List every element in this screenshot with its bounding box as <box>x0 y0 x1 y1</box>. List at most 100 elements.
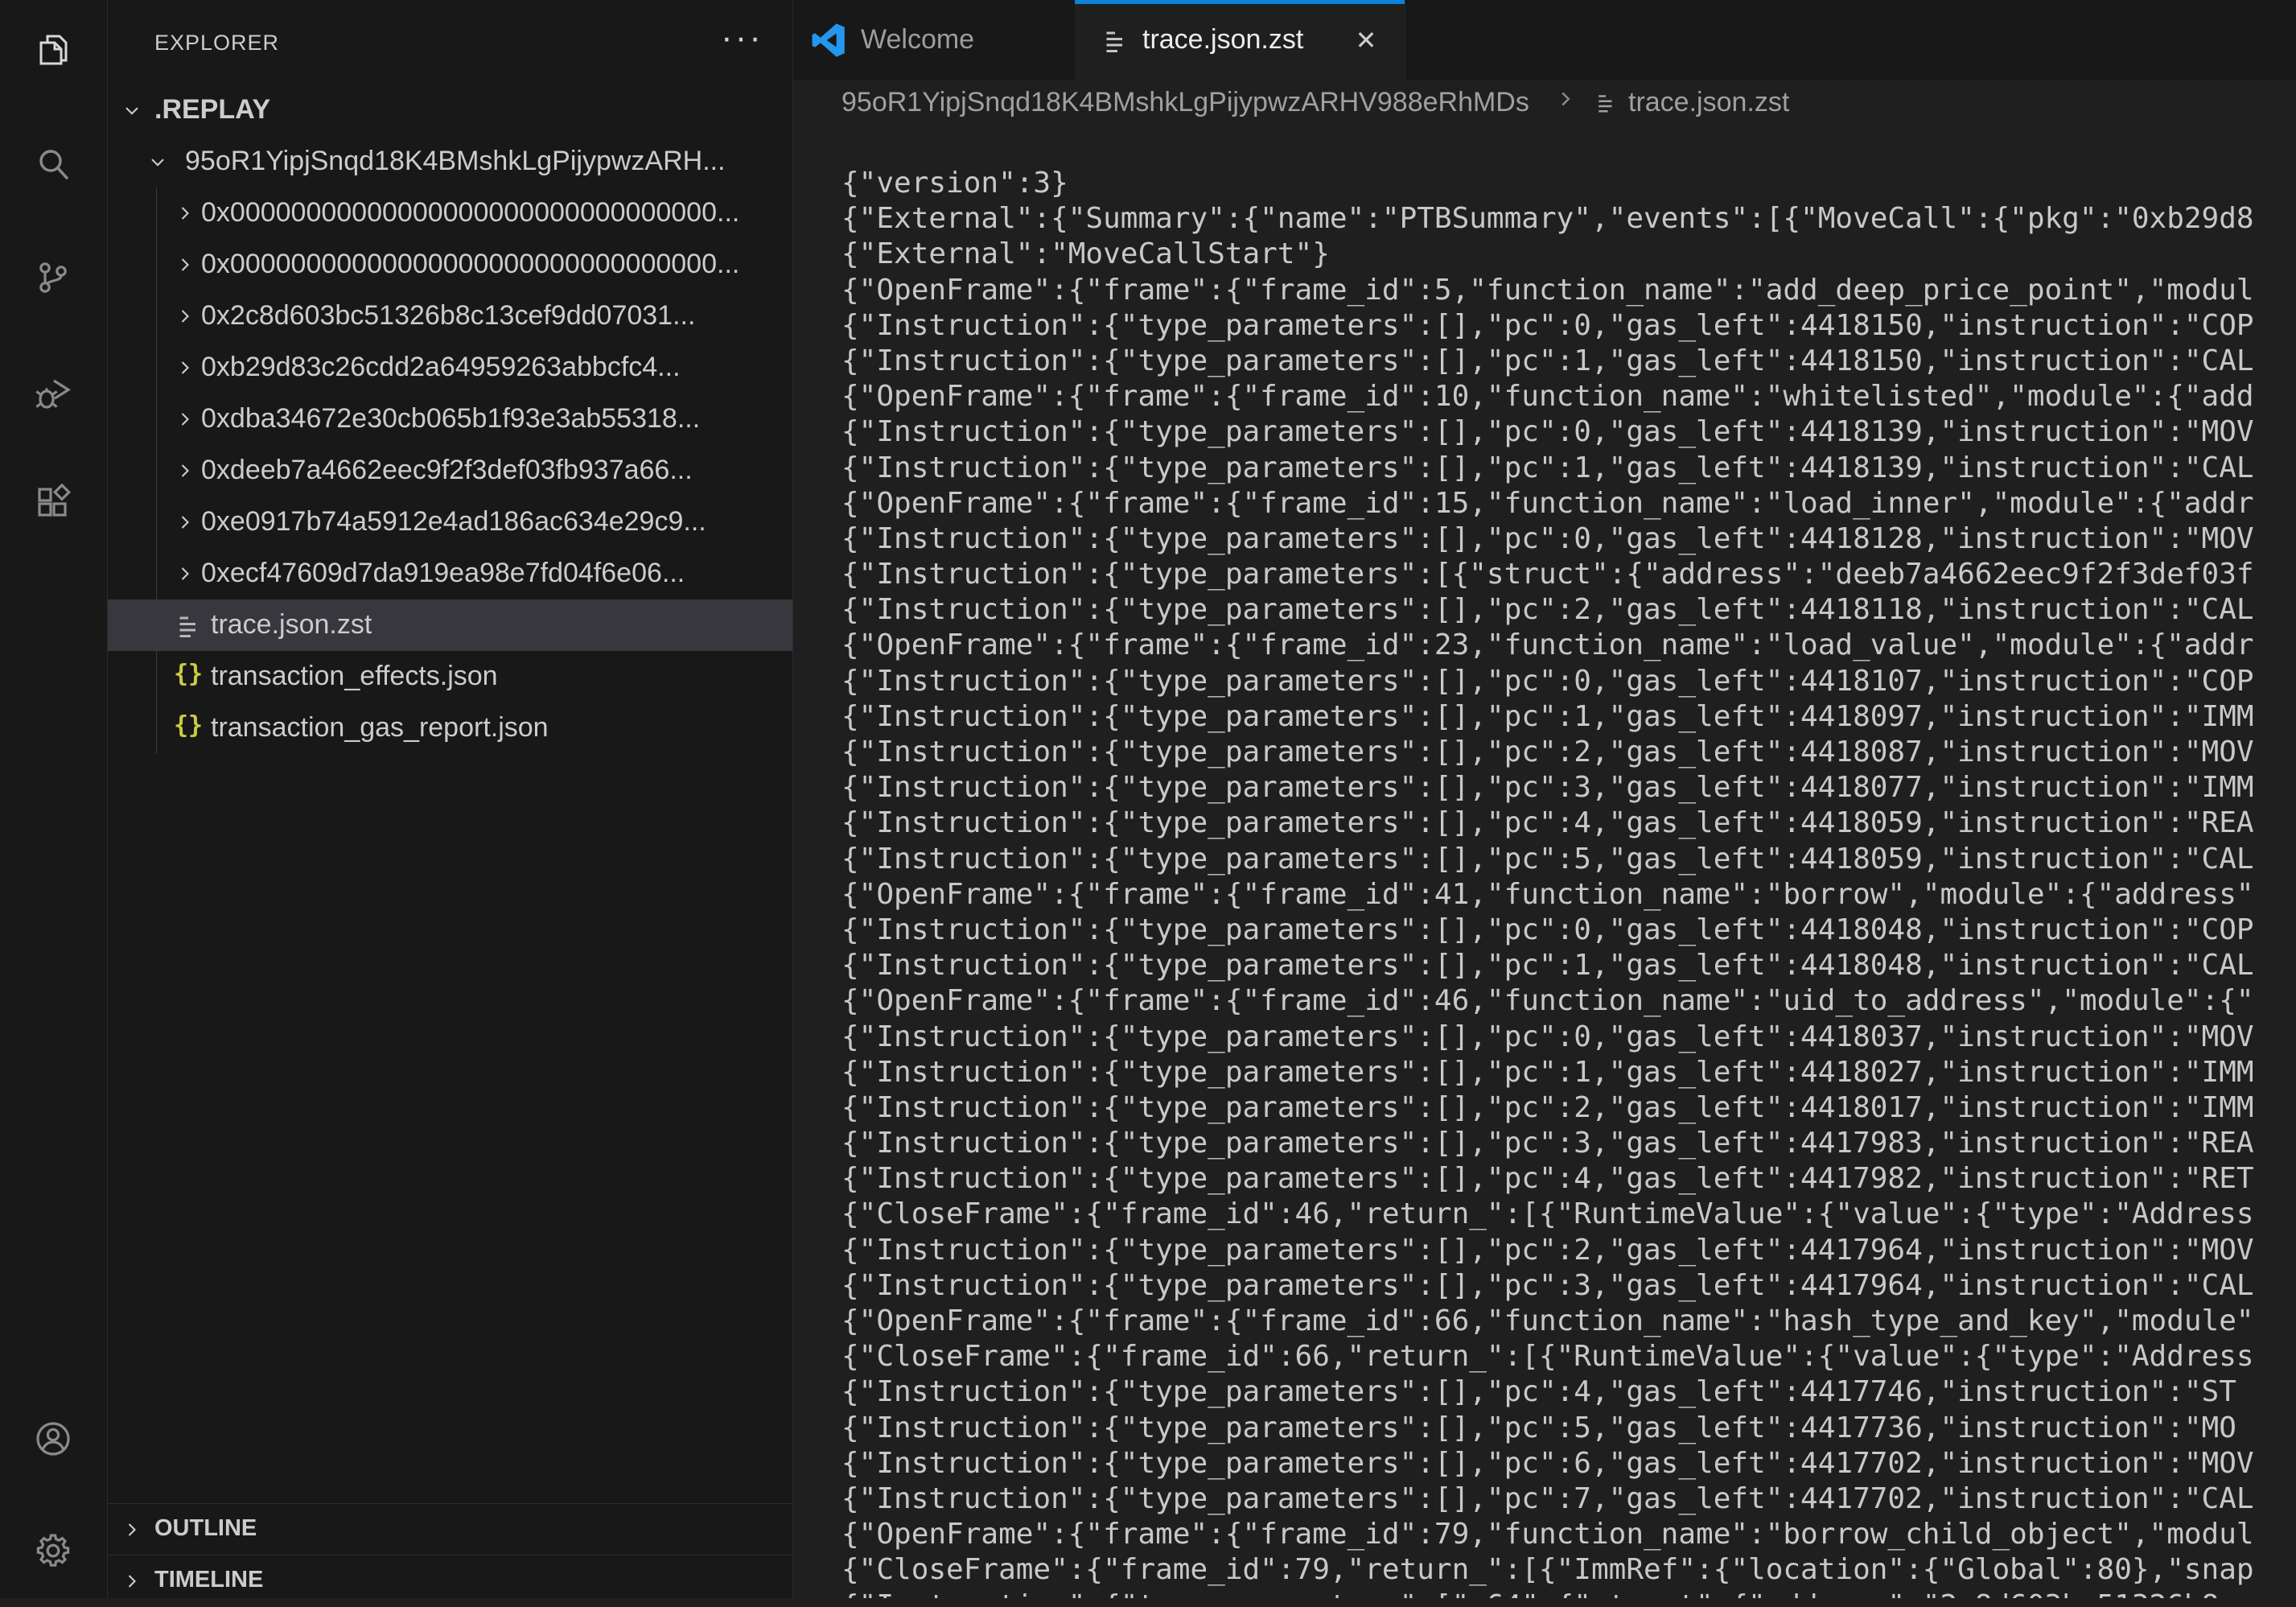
code-line: {"Instruction":{"type_parameters":[],"pc… <box>841 842 2254 877</box>
chevron-right-icon <box>174 202 196 225</box>
code-line: {"version":3} <box>841 166 2254 201</box>
tab-bar: Welcome trace.json.zst ✕ <box>793 0 2296 80</box>
tree-folder-row[interactable]: 95oR1YipjSnqd18K4BMshkLgPijypwzARH... <box>108 136 792 187</box>
chevron-right-icon <box>121 1570 143 1593</box>
chevron-right-icon <box>174 253 196 276</box>
code-line: {"Instruction":{"type_parameters":[],"pc… <box>841 1055 2254 1090</box>
tree-folder-row[interactable]: 0x00000000000000000000000000000000... <box>108 239 792 290</box>
chevron-down-icon <box>146 150 169 173</box>
tree-folder-row[interactable]: 0x2c8d603bc51326b8c13cef9dd07031... <box>108 290 792 342</box>
chevron-down-icon <box>121 99 143 122</box>
chevron-right-icon <box>174 408 196 431</box>
code-line: {"Instruction":{"type_parameters":[],"pc… <box>841 308 2254 344</box>
code-lines: {"version":3}{"External":{"Summary":{"na… <box>841 166 2254 1598</box>
tab-welcome[interactable]: Welcome <box>793 0 1076 80</box>
code-line: {"OpenFrame":{"frame":{"frame_id":5,"fun… <box>841 273 2254 308</box>
chevron-right-icon <box>174 511 196 534</box>
list-file-icon <box>1101 26 1129 55</box>
tree-file-row[interactable]: trace.json.zst <box>108 600 792 651</box>
code-line: {"OpenFrame":{"frame":{"frame_id":15,"fu… <box>841 486 2254 521</box>
code-line: {"OpenFrame":{"frame":{"frame_id":79,"fu… <box>841 1517 2254 1552</box>
json-braces-icon: {} <box>174 711 203 740</box>
code-line: {"CloseFrame":{"frame_id":79,"return_":[… <box>841 1552 2254 1588</box>
section-outline[interactable]: OUTLINE <box>108 1503 792 1555</box>
code-line: {"External":{"Summary":{"name":"PTBSumma… <box>841 201 2254 237</box>
code-line: {"Instruction":{"type_parameters":[],"pc… <box>841 664 2254 699</box>
tree-item-label: .REPLAY <box>154 94 270 126</box>
run-and-debug-icon[interactable] <box>34 373 72 412</box>
code-line: {"Instruction":{"type_parameters":[],"pc… <box>841 1090 2254 1126</box>
code-line: {"Instruction":{"type_parameters":[],"pc… <box>841 1126 2254 1161</box>
json-braces-icon: {} <box>174 660 203 689</box>
breadcrumb-file[interactable]: trace.json.zst <box>1628 87 1789 118</box>
chevron-right-icon <box>174 356 196 379</box>
account-icon[interactable] <box>34 1420 72 1458</box>
explorer-icon[interactable] <box>34 31 72 69</box>
section-label: OUTLINE <box>154 1515 257 1542</box>
tree-item-label: 0xdba34672e30cb065b1f93e3ab55318... <box>201 403 700 435</box>
code-line: {"CloseFrame":{"frame_id":66,"return_":[… <box>841 1339 2254 1374</box>
extensions-icon[interactable] <box>34 484 72 522</box>
tree-folder-row[interactable]: 0xdeeb7a4662eec9f2f3def03fb937a66... <box>108 445 792 497</box>
tree-item-label: transaction_gas_report.json <box>211 712 549 744</box>
tree-item-label: trace.json.zst <box>211 609 372 641</box>
code-line: {"Instruction":{"type_parameters":[{"str… <box>841 557 2254 592</box>
tree-item-label: 0xe0917b74a5912e4ad186ac634e29c9... <box>201 506 706 538</box>
close-icon[interactable]: ✕ <box>1350 24 1382 56</box>
code-line: {"Instruction":{"type_parameters":[],"pc… <box>841 1374 2254 1410</box>
tree-folder-row[interactable]: 0xe0917b74a5912e4ad186ac634e29c9... <box>108 497 792 548</box>
tree-file-row[interactable]: {} transaction_gas_report.json <box>108 703 792 754</box>
code-line: {"Instruction":{"type_parameters":[],"pc… <box>841 1020 2254 1055</box>
search-icon[interactable] <box>34 146 72 184</box>
tree-folder-row[interactable]: 0x00000000000000000000000000000000... <box>108 187 792 239</box>
code-line: {"OpenFrame":{"frame":{"frame_id":66,"fu… <box>841 1304 2254 1339</box>
chevron-right-icon <box>121 1518 143 1541</box>
active-tab-indicator <box>1075 0 1405 4</box>
tab-welcome-label: Welcome <box>861 24 974 56</box>
code-line: {"Instruction":{"type_parameters":[],"pc… <box>841 948 2254 983</box>
tree-folder-row[interactable]: 0xecf47609d7da919ea98e7fd04f6e06... <box>108 548 792 600</box>
code-line: {"Instruction":{"type_parameters":[],"pc… <box>841 1233 2254 1268</box>
tree-item-label: 0xb29d83c26cdd2a64959263abbcfc4... <box>201 352 681 383</box>
code-line: {"Instruction":{"type_parameters":[],"pc… <box>841 344 2254 379</box>
tree-folder-row[interactable]: .REPLAY <box>108 84 792 136</box>
code-line: {"OpenFrame":{"frame":{"frame_id":46,"fu… <box>841 983 2254 1019</box>
explorer-title: EXPLORER <box>154 31 279 56</box>
list-file-icon <box>174 611 203 640</box>
breadcrumb-folder[interactable]: 95oR1YipjSnqd18K4BMshkLgPijypwzARHV988eR… <box>841 87 1529 118</box>
tab-trace-json-zst[interactable]: trace.json.zst ✕ <box>1075 0 1405 80</box>
code-line: {"Instruction":{"type_parameters":[],"pc… <box>841 1411 2254 1446</box>
section-label: TIMELINE <box>154 1567 263 1593</box>
settings-gear-icon[interactable] <box>34 1531 72 1570</box>
code-line: {"OpenFrame":{"frame":{"frame_id":23,"fu… <box>841 628 2254 663</box>
source-control-icon[interactable] <box>34 258 72 297</box>
chevron-right-icon <box>1553 87 1578 111</box>
editor-group: Welcome trace.json.zst ✕ 95oR1YipjSnqd18… <box>793 0 2296 1598</box>
vscode-logo-icon <box>811 23 846 58</box>
tree-item-label: 0xdeeb7a4662eec9f2f3def03fb937a66... <box>201 455 693 486</box>
code-line: {"Instruction":{"type_parameters":[],"pc… <box>841 1446 2254 1481</box>
code-line: {"Instruction":{"type_parameters":[],"pc… <box>841 592 2254 628</box>
tree-folder-row[interactable]: 0xdba34672e30cb065b1f93e3ab55318... <box>108 394 792 445</box>
more-actions-icon[interactable]: ··· <box>721 18 763 58</box>
code-line: {"OpenFrame":{"frame":{"frame_id":41,"fu… <box>841 877 2254 913</box>
code-line: {"Instruction":{"type_parameters":[],"pc… <box>841 1161 2254 1197</box>
chevron-right-icon <box>174 562 196 585</box>
code-line: {"Instruction":{"type_parameters":[],"pc… <box>841 735 2254 770</box>
code-line: {"Instruction":{"type_parameters":[],"pc… <box>841 770 2254 806</box>
code-line: {"Instruction":{"type_parameters":[],"pc… <box>841 1268 2254 1304</box>
section-timeline[interactable]: TIMELINE <box>108 1555 792 1607</box>
code-line: {"Instruction":{"type_parameters":[],"pc… <box>841 913 2254 948</box>
editor-content[interactable]: {"version":3}{"External":{"Summary":{"na… <box>841 122 2296 1598</box>
code-line: {"OpenFrame":{"frame":{"frame_id":10,"fu… <box>841 379 2254 414</box>
list-file-icon <box>1594 90 1618 114</box>
tree-folder-row[interactable]: 0xb29d83c26cdd2a64959263abbcfc4... <box>108 342 792 394</box>
activity-bar <box>0 0 108 1598</box>
code-line: {"Instruction":{"type_parameters":[],"pc… <box>841 414 2254 450</box>
code-line: {"Instruction":{"type_parameters":[],"pc… <box>841 1481 2254 1517</box>
tree-file-row[interactable]: {}transaction_effects.json <box>108 651 792 703</box>
code-line: {"Instruction":{"type_parameters":[],"pc… <box>841 451 2254 486</box>
tree-item-label: 0x2c8d603bc51326b8c13cef9dd07031... <box>201 300 695 332</box>
code-line: {"External":"MoveCallStart"} <box>841 237 2254 272</box>
tree-item-label: 0xecf47609d7da919ea98e7fd04f6e06... <box>201 558 685 589</box>
